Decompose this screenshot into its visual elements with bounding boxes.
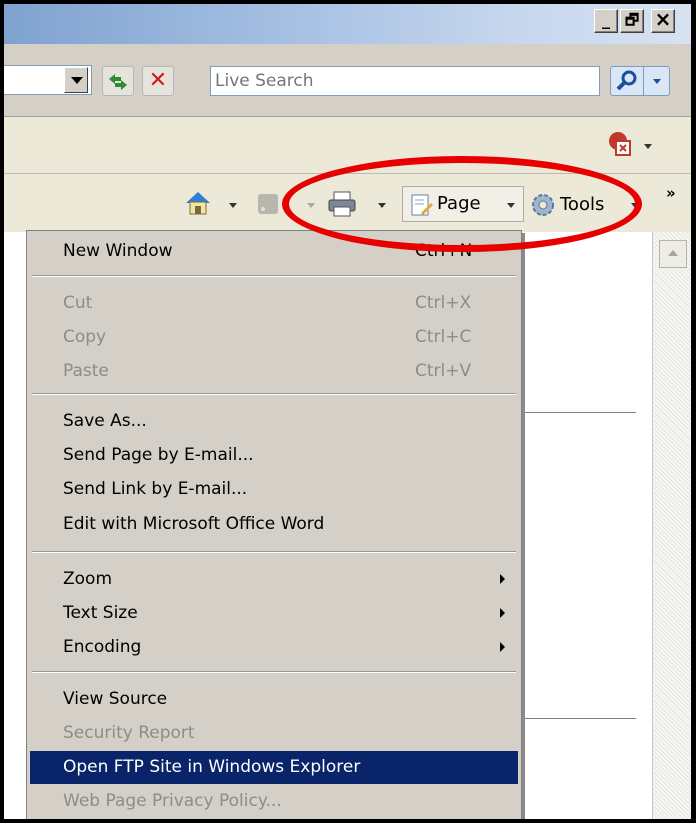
tools-label[interactable]: Tools xyxy=(560,194,604,215)
title-bar: _ 🗗 × xyxy=(4,4,691,44)
menu-item-label: Send Page by E-mail... xyxy=(63,445,254,465)
page-icon xyxy=(411,194,433,216)
submenu-arrow-icon xyxy=(500,642,505,652)
menu-separator xyxy=(32,275,516,277)
menu-item-label: Send Link by E-mail... xyxy=(63,479,248,499)
page-dropdown-arrow xyxy=(507,203,515,208)
menu-item-label: Open FTP Site in Windows Explorer xyxy=(63,757,361,777)
restore-button[interactable]: 🗗 xyxy=(620,9,644,33)
menu-separator xyxy=(32,671,516,673)
feeds-icon xyxy=(258,194,278,214)
menu-item-text-size[interactable]: Text Size xyxy=(30,597,518,630)
menu-item-label: View Source xyxy=(63,689,168,709)
submenu-arrow-icon xyxy=(500,574,505,584)
menu-item-copy: Copy Ctrl+C xyxy=(30,321,518,354)
menu-item-label: Security Report xyxy=(63,723,195,743)
menu-item-label: Web Page Privacy Policy... xyxy=(63,791,282,811)
menu-item-label: Text Size xyxy=(63,603,138,623)
menu-item-save-as[interactable]: Save As... xyxy=(30,405,518,438)
search-input[interactable] xyxy=(210,66,600,96)
menu-item-label: Copy xyxy=(63,327,107,347)
vertical-scrollbar[interactable] xyxy=(652,232,691,819)
menu-item-label: Encoding xyxy=(63,637,142,657)
menu-item-label: New Window xyxy=(63,241,173,261)
menu-separator xyxy=(32,551,516,553)
menu-item-security-report: Security Report xyxy=(30,717,518,750)
chevron-down-icon xyxy=(653,79,661,84)
menu-item-privacy-policy: Web Page Privacy Policy... xyxy=(30,785,518,818)
home-icon[interactable] xyxy=(184,190,212,216)
address-dropdown-button[interactable] xyxy=(64,67,88,93)
gear-icon[interactable] xyxy=(530,192,556,218)
menu-item-edit-with-word[interactable]: Edit with Microsoft Office Word xyxy=(30,508,518,541)
address-bar: ✕ xyxy=(4,44,691,117)
scroll-up-button[interactable] xyxy=(659,240,687,268)
content-divider xyxy=(518,412,636,413)
menu-separator xyxy=(32,393,516,395)
menu-item-view-source[interactable]: View Source xyxy=(30,683,518,716)
menu-item-send-link[interactable]: Send Link by E-mail... xyxy=(30,473,518,506)
refresh-icon xyxy=(109,74,127,90)
page-button[interactable]: Page xyxy=(402,186,524,222)
toolbar-overflow-chevron[interactable]: » xyxy=(666,184,676,202)
search-options-button[interactable] xyxy=(644,66,670,96)
menu-item-shortcut: Ctrl+N xyxy=(415,241,473,261)
page-menu: New Window Ctrl+N Cut Ctrl+X Copy Ctrl+C… xyxy=(26,230,522,819)
tools-dropdown-arrow[interactable] xyxy=(631,203,639,208)
minimize-button[interactable]: _ xyxy=(594,9,618,33)
menu-item-zoom[interactable]: Zoom xyxy=(30,563,518,596)
browser-window: _ 🗗 × ✕ Live Search Page Tools » New Win… xyxy=(0,0,696,823)
content-divider xyxy=(518,718,636,719)
home-dropdown-arrow[interactable] xyxy=(229,203,237,208)
menu-item-label: Save As... xyxy=(63,411,147,431)
menu-item-new-window[interactable]: New Window Ctrl+N xyxy=(30,235,518,268)
feeds-dropdown-arrow xyxy=(307,203,315,208)
close-button[interactable]: × xyxy=(651,9,675,33)
menu-item-shortcut: Ctrl+X xyxy=(415,293,472,313)
menu-item-paste: Paste Ctrl+V xyxy=(30,355,518,388)
command-bar: Page Tools » xyxy=(4,174,691,232)
pdf-dropdown-arrow[interactable] xyxy=(644,144,652,149)
printer-icon[interactable] xyxy=(326,190,358,218)
stop-icon: ✕ xyxy=(148,68,168,93)
menu-item-label: Zoom xyxy=(63,569,113,589)
addon-toolbar xyxy=(4,117,691,174)
menu-item-label: Cut xyxy=(63,293,93,313)
menu-item-label: Paste xyxy=(63,361,109,381)
menu-item-encoding[interactable]: Encoding xyxy=(30,631,518,664)
menu-item-label: Edit with Microsoft Office Word xyxy=(63,514,325,534)
magnifier-icon xyxy=(616,70,637,91)
menu-item-send-page[interactable]: Send Page by E-mail... xyxy=(30,439,518,472)
menu-item-shortcut: Ctrl+V xyxy=(415,361,472,381)
menu-item-cut: Cut Ctrl+X xyxy=(30,287,518,320)
stop-button[interactable]: ✕ xyxy=(142,66,174,96)
refresh-button[interactable] xyxy=(102,66,134,96)
pdf-icon[interactable] xyxy=(606,129,634,157)
print-dropdown-arrow[interactable] xyxy=(378,203,386,208)
submenu-arrow-icon xyxy=(500,608,505,618)
menu-item-open-ftp-site[interactable]: Open FTP Site in Windows Explorer xyxy=(30,751,518,784)
menu-item-shortcut: Ctrl+C xyxy=(415,327,472,347)
page-label: Page xyxy=(437,193,481,214)
search-button[interactable] xyxy=(610,66,644,96)
